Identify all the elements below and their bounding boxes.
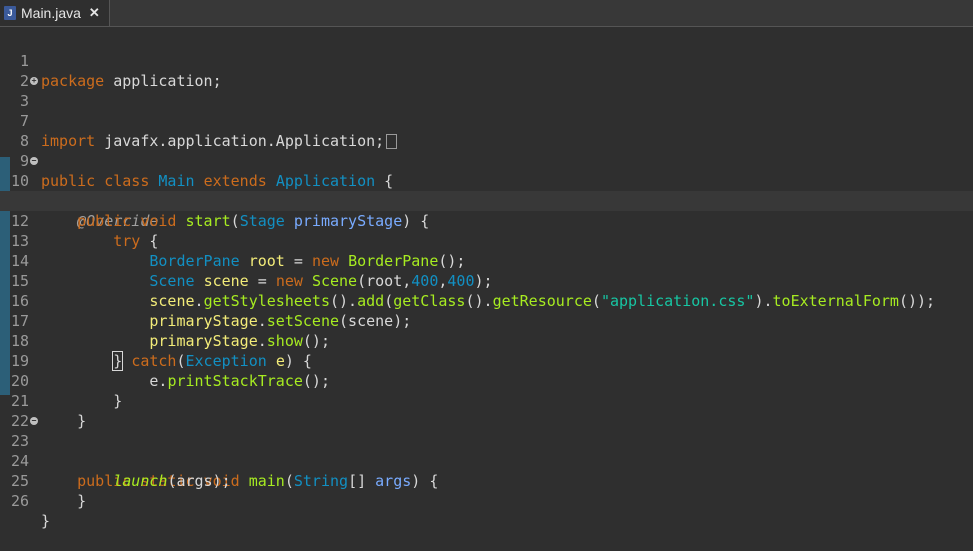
code-line: 18 } catch(Exception e) { bbox=[0, 311, 973, 371]
code-line: 9 public class Main extends Application … bbox=[0, 131, 973, 190]
fold-expand-icon[interactable]: + bbox=[30, 77, 38, 85]
code-line: 1 package application; bbox=[0, 31, 973, 90]
code-line: 11 public void start(Stage primaryStage)… bbox=[0, 171, 973, 230]
code-line: 10 − @Override bbox=[0, 151, 973, 231]
code-line: 13 BorderPane root = new BorderPane(); bbox=[0, 211, 973, 270]
code-line: 16 primaryStage.setScene(scene); bbox=[0, 271, 973, 330]
code-line: 24 launch(args); bbox=[0, 431, 973, 490]
code-line: 25 } bbox=[0, 451, 973, 510]
code-line: 17 primaryStage.show(); bbox=[0, 291, 973, 350]
editor-tab-bar: J Main.java ✕ bbox=[0, 0, 973, 27]
tab-main-java[interactable]: J Main.java ✕ bbox=[0, 0, 110, 26]
code-line: 22 bbox=[0, 391, 973, 430]
code-line: 7 bbox=[0, 91, 973, 130]
tab-title: Main.java bbox=[21, 5, 81, 21]
code-line: 20 } bbox=[0, 351, 973, 410]
close-icon[interactable]: ✕ bbox=[89, 5, 100, 21]
code-line: 19 e.printStackTrace(); bbox=[0, 331, 973, 390]
fold-collapse-icon[interactable]: − bbox=[30, 417, 38, 425]
code-line: 8 bbox=[0, 111, 973, 150]
line-number: 26 bbox=[10, 492, 29, 510]
code-line: 3 + import javafx.application.Applicatio… bbox=[0, 71, 973, 150]
code-line-current: 12 try { bbox=[0, 191, 973, 250]
fold-collapse-icon[interactable]: − bbox=[30, 157, 38, 165]
code-line: 2 bbox=[0, 51, 973, 90]
code-editor[interactable]: 1 package application; 2 3 + import java… bbox=[0, 27, 973, 530]
java-file-icon: J bbox=[4, 6, 16, 20]
code-line: 14 Scene scene = new Scene(root,400,400)… bbox=[0, 231, 973, 290]
token-text: } bbox=[77, 492, 87, 510]
token-text: } bbox=[41, 512, 51, 530]
code-line: 21 } bbox=[0, 371, 973, 430]
code-line: 23 − public static void main(String[] ar… bbox=[0, 411, 973, 491]
code-line: 15 scene.getStylesheets().add(getClass()… bbox=[0, 251, 973, 310]
code-line: 26 } bbox=[0, 471, 973, 530]
